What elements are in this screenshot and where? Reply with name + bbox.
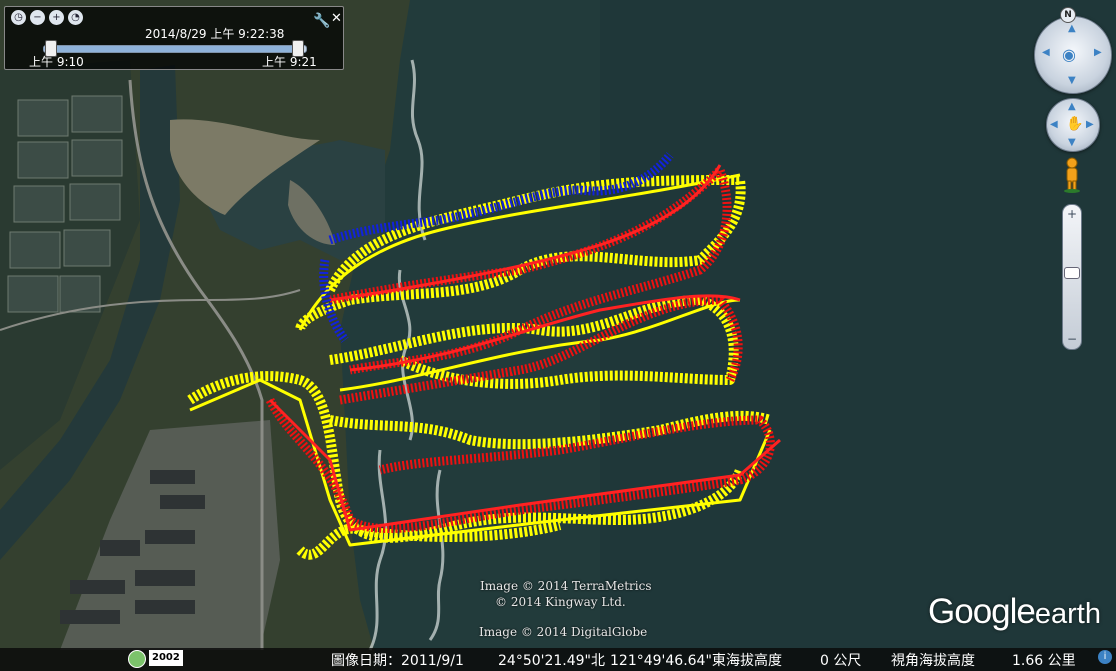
- clock-back-icon[interactable]: ◷: [11, 10, 26, 25]
- info-icon[interactable]: i: [1098, 650, 1112, 664]
- time-slider-fill: [44, 46, 299, 52]
- elevation-value: 0 公尺: [820, 653, 862, 669]
- zoom-in-time-icon[interactable]: +: [49, 10, 64, 25]
- latitude-readout: 24°50'21.49"北: [498, 653, 605, 669]
- zoom-slider-handle[interactable]: [1064, 267, 1080, 279]
- move-control[interactable]: ▲ ▼ ◀ ▶ ✋: [1046, 98, 1100, 152]
- credit-terrametrics: Image © 2014 TerraMetrics: [480, 579, 652, 593]
- north-compass-button[interactable]: N: [1060, 7, 1076, 23]
- time-start-label: 上午 9:10: [29, 55, 84, 69]
- time-slider-panel: ◷ − + ◔ 🔧 ✕ 2014/8/29 上午 9:22:38 上午 9:10…: [4, 6, 344, 70]
- hand-icon: ✋: [1066, 116, 1084, 132]
- imagery-date: 圖像日期：2011/9/1: [331, 653, 464, 669]
- google-earth-logo: Googleearth: [928, 592, 1101, 631]
- zoom-out-button[interactable]: −: [1064, 331, 1080, 347]
- eye-icon: ◉: [1062, 45, 1076, 64]
- clock-settings-icon[interactable]: ◔: [68, 10, 83, 25]
- zoom-in-button[interactable]: +: [1064, 206, 1080, 222]
- credit-kingway: © 2014 Kingway Ltd.: [495, 595, 626, 609]
- eye-altitude-value: 1.66 公里: [1012, 653, 1076, 669]
- wrench-icon[interactable]: 🔧: [313, 13, 330, 29]
- historical-year-badge[interactable]: 2002: [149, 650, 183, 666]
- status-bar: 2002 圖像日期：2011/9/1 24°50'21.49"北 121°49'…: [0, 648, 1116, 671]
- elevation-label: 海拔高度: [726, 653, 782, 669]
- close-icon[interactable]: ✕: [331, 11, 342, 26]
- zoom-out-time-icon[interactable]: −: [30, 10, 45, 25]
- time-end-label: 上午 9:21: [262, 55, 317, 69]
- time-slider-track[interactable]: [43, 45, 307, 53]
- credit-digitalglobe: Image © 2014 DigitalGlobe: [479, 625, 648, 639]
- eye-altitude-label: 視角海拔高度: [891, 653, 975, 669]
- look-around-control[interactable]: ▲ ▼ ◀ ▶ ◉: [1034, 16, 1112, 94]
- zoom-control: + −: [1062, 204, 1082, 350]
- satellite-map-view[interactable]: [0, 0, 1116, 671]
- ocean-deep: [600, 0, 1116, 671]
- longitude-readout: 121°49'46.64"東: [610, 653, 726, 669]
- tour-icon[interactable]: [128, 650, 146, 668]
- current-time-label: 2014/8/29 上午 9:22:38: [145, 27, 285, 41]
- pegman-icon[interactable]: [1063, 157, 1081, 193]
